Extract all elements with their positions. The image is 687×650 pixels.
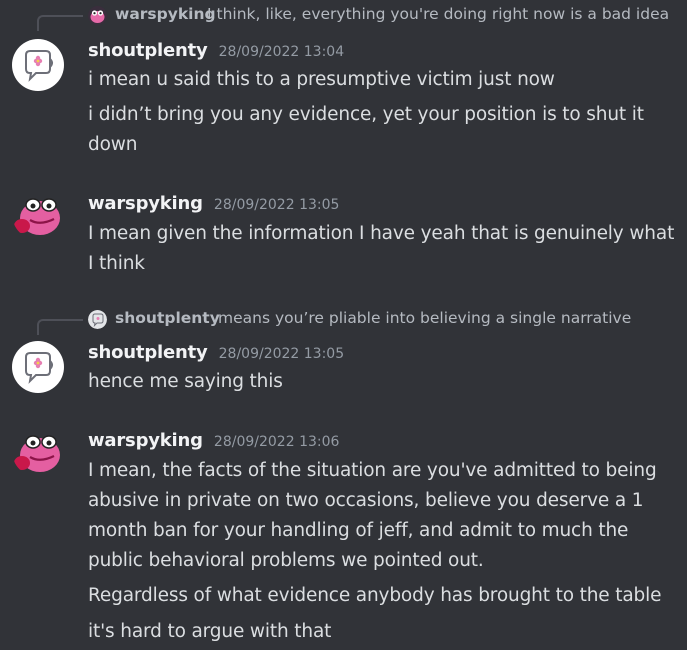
timestamp[interactable]: 28/09/2022 13:06: [214, 434, 340, 450]
reply-author[interactable]: warspyking: [115, 5, 216, 23]
speech-bubble-flower-icon: [25, 352, 53, 384]
avatar[interactable]: [12, 39, 64, 91]
pink-frog-icon: [14, 198, 60, 235]
timestamp[interactable]: 28/09/2022 13:05: [214, 197, 340, 213]
timestamp[interactable]: 28/09/2022 13:04: [219, 44, 345, 60]
reply-avatar-speech-bubble-icon: [88, 310, 107, 329]
message-header: shoutplenty 28/09/2022 13:05: [88, 342, 344, 363]
message-text: I mean, the facts of the situation are y…: [88, 460, 657, 571]
reply-spine: [37, 319, 83, 335]
message-text: hence me saying this: [88, 371, 283, 392]
username[interactable]: warspyking: [88, 430, 203, 451]
pink-frog-icon: [14, 435, 60, 472]
avatar[interactable]: [12, 425, 64, 477]
message-header: warspyking 28/09/2022 13:06: [88, 430, 339, 451]
reply-avatar-frog-icon: [88, 6, 107, 25]
message-text: i mean u said this to a presumptive vict…: [88, 69, 555, 90]
username[interactable]: warspyking: [88, 193, 203, 214]
reply-text[interactable]: I think, like, everything you're doing r…: [207, 5, 669, 23]
reply-author[interactable]: shoutplenty: [115, 309, 220, 327]
timestamp[interactable]: 28/09/2022 13:05: [219, 346, 345, 362]
message-text: i didn’t bring you any evidence, yet you…: [88, 104, 644, 155]
message-header: shoutplenty 28/09/2022 13:04: [88, 40, 344, 61]
message-header: warspyking 28/09/2022 13:05: [88, 193, 339, 214]
speech-bubble-flower-icon: [25, 50, 53, 82]
reply-text[interactable]: means you’re pliable into believing a si…: [218, 309, 631, 327]
message-text: I mean given the information I have yeah…: [88, 223, 675, 274]
username[interactable]: shoutplenty: [88, 342, 208, 363]
reply-spine: [37, 15, 83, 31]
message-text: it's hard to argue with that: [88, 621, 332, 642]
message-text: Regardless of what evidence anybody has …: [88, 585, 662, 606]
avatar[interactable]: [12, 188, 64, 240]
avatar[interactable]: [12, 341, 64, 393]
username[interactable]: shoutplenty: [88, 40, 208, 61]
